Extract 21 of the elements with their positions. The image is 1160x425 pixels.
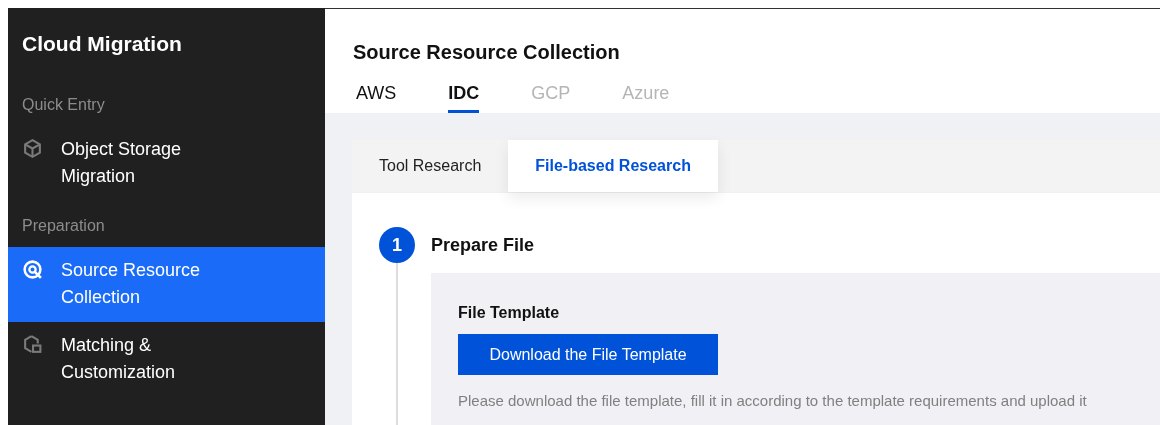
section-label: Preparation [21,216,106,236]
tab[interactable]: Tool Research [352,140,509,192]
step-title: Prepare File [431,235,536,256]
sidebar-item[interactable]: Source Resource Collection [8,247,325,322]
tab[interactable]: File-based Research [508,140,718,192]
target-icon [22,259,43,280]
sidebar-item[interactable]: Object Storage Migration [8,126,325,201]
section-title: File Template [458,304,561,322]
tab[interactable]: AWS [356,83,397,113]
app-title: Cloud Migration [21,31,183,57]
section-label: Quick Entry [21,95,106,115]
item-label: Object Storage Migration [61,138,183,188]
box-icon [22,334,43,355]
item-label: Source Resource Collection [61,259,202,309]
item-label: Matching & Customization [61,334,177,384]
description-text: Please download the file template, fill it in according to the template requirements and upload it [458,392,1088,409]
page-title: Source Resource Collection [353,41,621,64]
download-button[interactable]: Download the File Template [458,334,718,375]
step-number: 1 [379,227,415,263]
sidebar-item[interactable]: Matching & Customization [8,322,325,397]
cube-icon [22,138,43,159]
